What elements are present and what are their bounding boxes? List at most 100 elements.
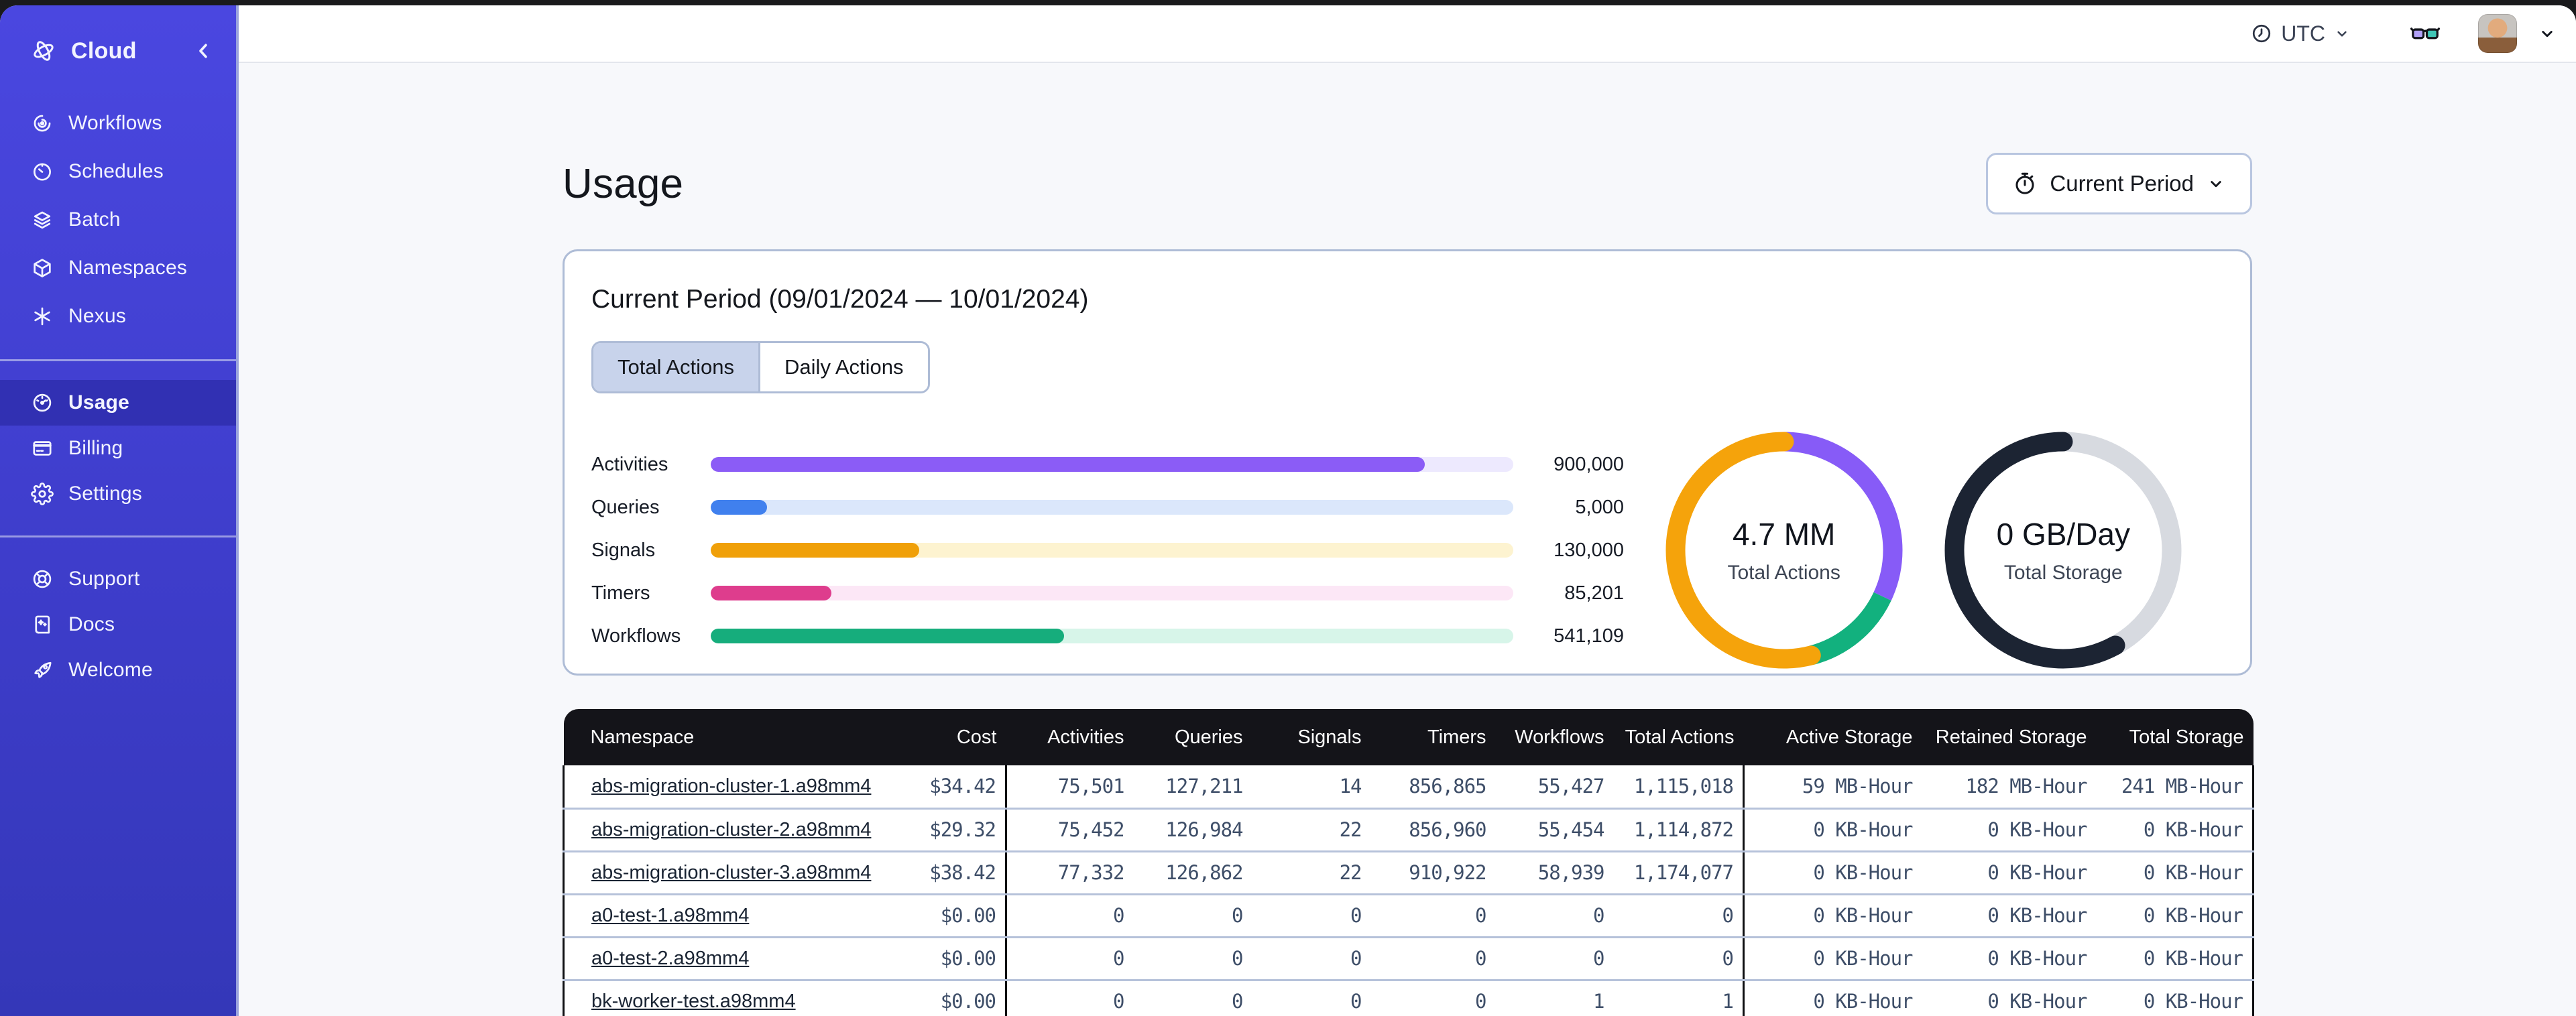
timers-cell: 0 <box>1370 937 1496 981</box>
bar-value: 900,000 <box>1554 453 1624 475</box>
bar-track <box>711 543 1513 558</box>
total_storage-cell: 0 KB-Hour <box>2096 851 2254 895</box>
chevron-down-icon <box>2206 174 2226 194</box>
clock-icon <box>2250 22 2273 45</box>
bar-label: Queries <box>591 496 660 518</box>
total_storage-cell: 0 KB-Hour <box>2096 937 2254 981</box>
table-row: a0-test-2.a98mm4 $0.00 0 0 0 0 0 0 0 KB-Hour 0 KB… <box>563 937 2254 981</box>
timezone-selector[interactable]: UTC <box>2250 21 2351 46</box>
sidebar-item-label: Workflows <box>68 112 162 134</box>
total_storage-cell: 241 MB-Hour <box>2096 765 2254 810</box>
activities-cell: 75,452 <box>1005 808 1134 852</box>
total_storage-cell: 0 KB-Hour <box>2096 894 2254 938</box>
sidebar-item-batch[interactable]: Batch <box>0 196 236 244</box>
total_storage-cell: 0 KB-Hour <box>2096 980 2254 1016</box>
brand: Cloud <box>0 29 236 72</box>
column-header-signals: Signals <box>1252 709 1371 765</box>
column-header-cost: Cost <box>866 709 1006 765</box>
page-title: Usage <box>563 160 684 207</box>
namespace-link[interactable]: abs-migration-cluster-1.a98mm4 <box>591 775 871 797</box>
sidebar-item-label: Namespaces <box>68 257 188 279</box>
sidebar-item-settings[interactable]: Settings <box>0 471 236 517</box>
bar-value: 5,000 <box>1575 496 1624 518</box>
namespace-usage-table: Namespace Cost Activities Queries Signals Tim… <box>563 709 2254 1016</box>
workflows-cell: 1 <box>1495 980 1614 1016</box>
sidebar-item-namespaces[interactable]: Namespaces <box>0 244 236 292</box>
sidebar-collapse-button[interactable] <box>190 38 216 64</box>
namespace-cell: abs-migration-cluster-3.a98mm4 <box>563 851 871 895</box>
usage-bar-row: Timers 85,201 <box>591 572 1624 615</box>
column-header-namespace: Namespace <box>563 709 867 765</box>
table-row: abs-migration-cluster-1.a98mm4 $34.42 75,5… <box>563 765 2254 810</box>
timers-cell: 0 <box>1370 980 1496 1016</box>
workflows-cell: 55,427 <box>1495 765 1614 810</box>
usage-bar-row: Queries 5,000 <box>591 486 1624 529</box>
total_actions-cell: 1 <box>1613 980 1744 1016</box>
table-row: bk-worker-test.a98mm4 $0.00 0 0 0 0 1 1 0 KB-Hou… <box>563 980 2254 1016</box>
sidebar-item-schedules[interactable]: Schedules <box>0 147 236 196</box>
namespace-cell: a0-test-2.a98mm4 <box>563 937 867 981</box>
settings-icon <box>31 483 54 505</box>
cost-cell: $38.42 <box>866 851 1006 895</box>
retained_storage-cell: 182 MB-Hour <box>1922 765 2097 810</box>
content: Usage Current Period Current Period (09/… <box>239 63 2576 1016</box>
sidebar-item-support[interactable]: Support <box>0 556 236 602</box>
sidebar-item-welcome[interactable]: Welcome <box>0 647 236 693</box>
sidebar-divider <box>0 535 236 537</box>
sidebar-item-docs[interactable]: Docs <box>0 602 236 647</box>
column-header-total_storage: Total Storage <box>2096 709 2253 765</box>
column-header-workflows: Workflows <box>1495 709 1614 765</box>
total_actions-cell: 0 <box>1613 937 1744 981</box>
tab-daily-actions[interactable]: Daily Actions <box>758 343 928 391</box>
cost-cell: $34.42 <box>866 765 1006 810</box>
user-avatar[interactable] <box>2478 14 2517 53</box>
period-selector-button[interactable]: Current Period <box>1986 153 2252 214</box>
namespace-link[interactable]: abs-migration-cluster-2.a98mm4 <box>591 819 871 840</box>
bar-fill <box>711 500 767 515</box>
total-storage-label: Total Storage <box>2003 562 2123 584</box>
workflows-cell: 58,939 <box>1495 851 1614 895</box>
workflows-cell: 0 <box>1495 937 1614 981</box>
bar-value: 85,201 <box>1564 582 1624 604</box>
page-header: Usage Current Period <box>563 153 2252 214</box>
sidebar-item-workflows[interactable]: Workflows <box>0 99 236 147</box>
bar-label: Timers <box>591 582 650 604</box>
sidebar-item-label: Usage <box>68 391 130 414</box>
column-header-activities: Activities <box>1006 709 1134 765</box>
signals-cell: 0 <box>1252 937 1371 981</box>
sidebar-item-label: Settings <box>68 483 142 505</box>
activities-cell: 75,501 <box>1005 765 1134 810</box>
temporal-logo-icon <box>31 38 56 64</box>
sidebar-item-label: Support <box>68 568 140 590</box>
docs-icon <box>31 613 54 636</box>
namespace-link[interactable]: a0-test-1.a98mm4 <box>591 905 749 926</box>
namespace-link[interactable]: bk-worker-test.a98mm4 <box>591 991 796 1012</box>
sidebar-item-nexus[interactable]: Nexus <box>0 292 236 340</box>
sidebar-item-label: Nexus <box>68 305 127 327</box>
sidebar-item-usage[interactable]: Usage <box>0 380 236 426</box>
sidebar: Cloud Workflows Schedules Batch Namespaces N… <box>0 5 239 1016</box>
total_storage-cell: 0 KB-Hour <box>2096 808 2254 852</box>
signals-cell: 22 <box>1252 851 1371 895</box>
sidebar-item-billing[interactable]: Billing <box>0 426 236 471</box>
actions-toggle: Total Actions Daily Actions <box>591 341 930 393</box>
retained_storage-cell: 0 KB-Hour <box>1922 851 2097 895</box>
tab-total-actions[interactable]: Total Actions <box>593 343 759 391</box>
user-menu-chevron-down-icon[interactable] <box>2537 23 2557 44</box>
bar-label: Workflows <box>591 625 681 647</box>
activities-cell: 0 <box>1005 894 1134 938</box>
retained_storage-cell: 0 KB-Hour <box>1922 808 2097 852</box>
namespace-link[interactable]: abs-migration-cluster-3.a98mm4 <box>591 862 871 883</box>
usage-charts: Activities 900,000 Queries 5,000 Signals 130,… <box>591 431 2223 670</box>
bar-track <box>711 457 1513 472</box>
active_storage-cell: 59 MB-Hour <box>1743 765 1922 810</box>
queries-cell: 0 <box>1133 937 1252 981</box>
active_storage-cell: 0 KB-Hour <box>1743 808 1922 852</box>
usage-icon <box>31 391 54 414</box>
namespace-link[interactable]: a0-test-2.a98mm4 <box>591 948 749 969</box>
glasses-icon[interactable] <box>2410 18 2441 49</box>
cost-cell: $0.00 <box>866 937 1006 981</box>
bar-value: 130,000 <box>1554 539 1624 561</box>
welcome-icon <box>31 659 54 682</box>
signals-cell: 0 <box>1252 894 1371 938</box>
